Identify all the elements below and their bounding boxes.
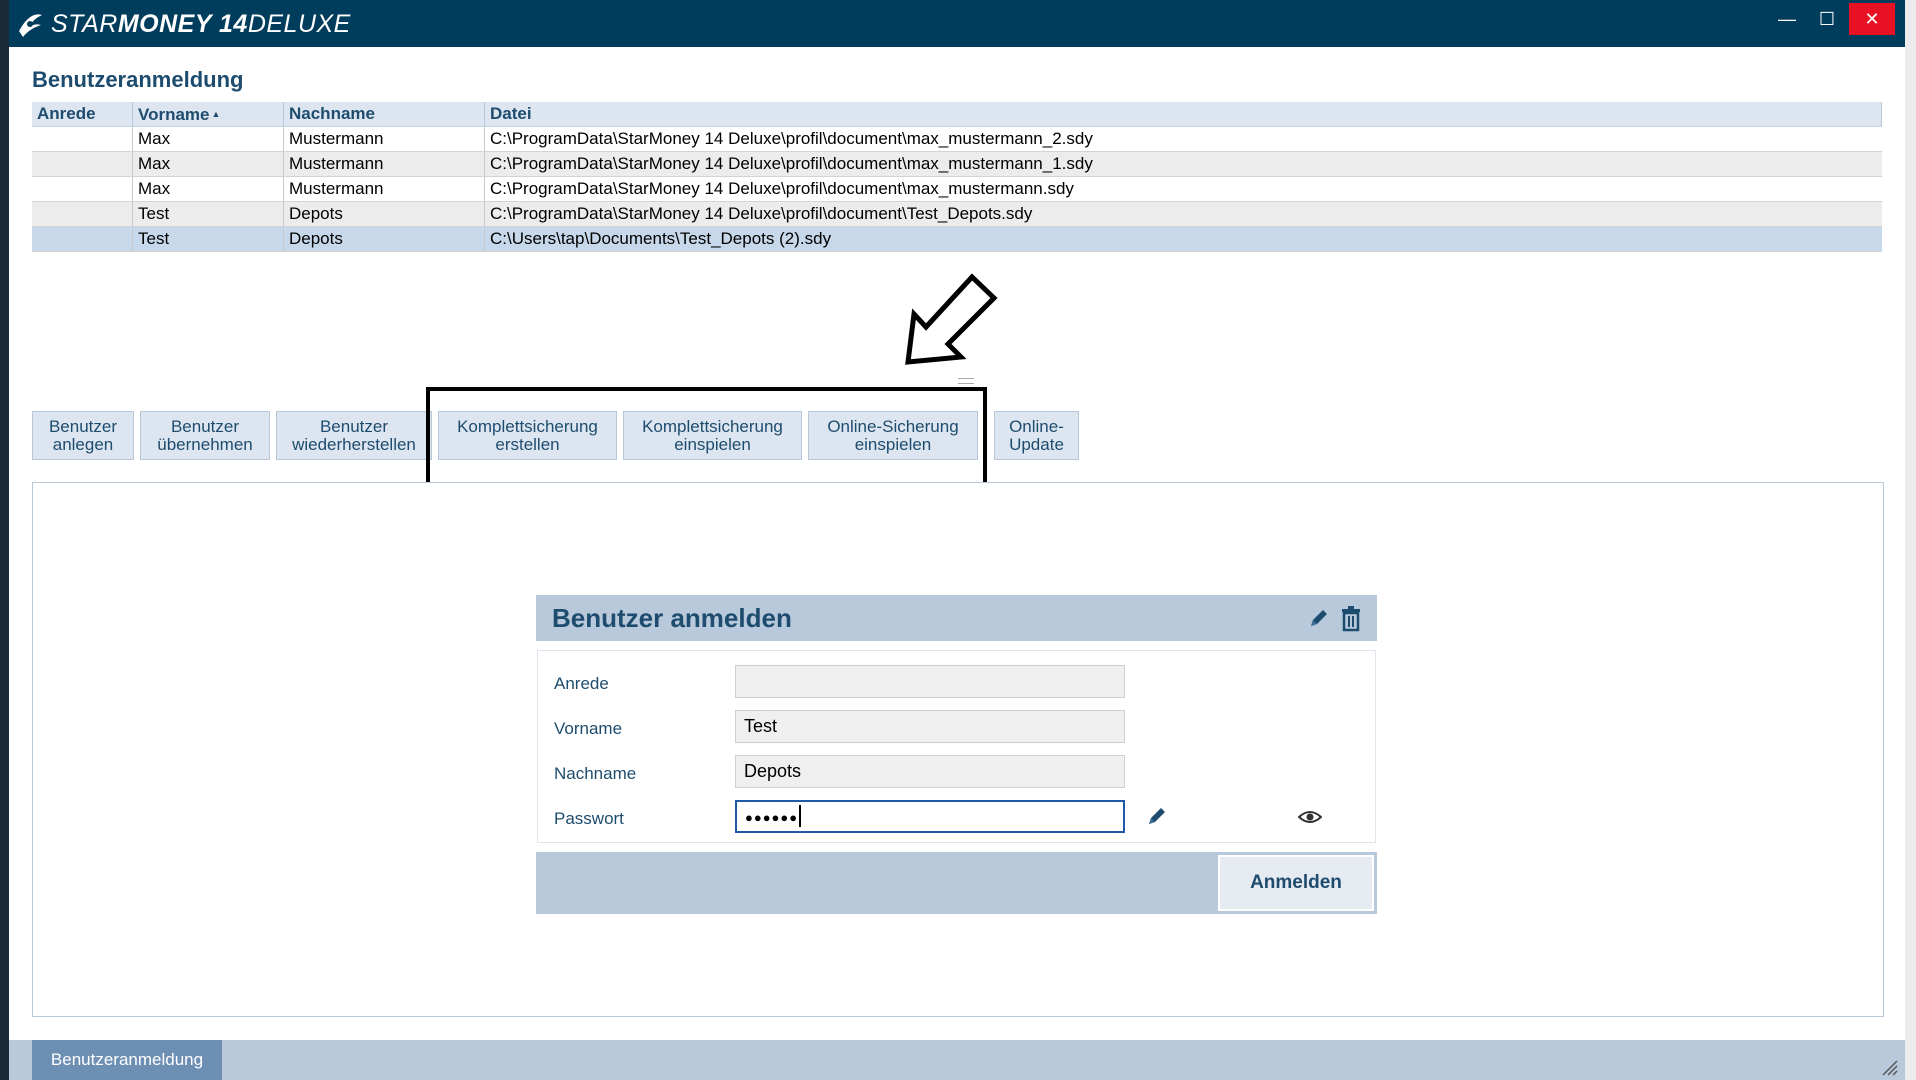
trash-icon[interactable] (1340, 606, 1362, 632)
benutzer-wiederherstellen-button[interactable]: Benutzer wiederherstellen (276, 411, 432, 460)
cell-nachname: Depots (284, 202, 485, 226)
user-table: Anrede Vorname ▲ Nachname Datei Max Muste… (32, 102, 1882, 252)
app-logo: STAR MONEY 14 DELUXE (15, 6, 351, 42)
column-header-anrede[interactable]: Anrede (32, 102, 133, 126)
login-dialog-title: Benutzer anmelden (552, 603, 792, 633)
cell-datei: C:\ProgramData\StarMoney 14 Deluxe\profi… (490, 179, 1074, 198)
title-bar: STAR MONEY 14 DELUXE — ☐ ✕ (9, 0, 1905, 47)
table-row-selected[interactable]: Test Depots C:\Users\tap\Documents\Test_… (32, 227, 1882, 252)
status-tab-benutzeranmeldung[interactable]: Benutzeranmeldung (32, 1040, 222, 1080)
cell-anrede (32, 127, 133, 151)
status-bar: Benutzeranmeldung (9, 1040, 1905, 1080)
button-line1: Online- (1009, 416, 1064, 436)
button-line1: Benutzer (170, 416, 240, 436)
app-title-prefix: STAR (51, 9, 118, 38)
scrollbar[interactable] (1905, 0, 1916, 1080)
nachname-label: Nachname (554, 764, 637, 783)
resize-grip-icon[interactable] (1881, 1060, 1899, 1076)
nachname-field[interactable]: Depots (735, 755, 1125, 788)
close-button[interactable]: ✕ (1849, 3, 1895, 35)
cell-nachname: Mustermann (284, 127, 485, 151)
cell-vorname: Test (133, 227, 284, 251)
table-row[interactable]: Max Mustermann C:\ProgramData\StarMoney … (32, 152, 1882, 177)
vorname-label: Vorname (554, 719, 623, 738)
cell-nachname: Mustermann (284, 152, 485, 176)
cell-vorname: Max (133, 127, 284, 151)
passwort-label: Passwort (554, 809, 624, 828)
eye-icon[interactable] (1298, 810, 1322, 824)
cell-datei: C:\Users\tap\Documents\Test_Depots (2).s… (490, 229, 832, 248)
splitter-grip[interactable] (958, 378, 974, 384)
edit-icon[interactable] (1146, 805, 1168, 827)
online-update-button[interactable]: Online- Update (994, 411, 1079, 460)
cell-vorname: Test (133, 202, 284, 226)
button-line1: Benutzer (48, 416, 118, 436)
cell-nachname: Depots (284, 227, 485, 251)
table-row[interactable]: Max Mustermann C:\ProgramData\StarMoney … (32, 177, 1882, 202)
button-line2: übernehmen (157, 434, 253, 454)
button-line2: wiederherstellen (292, 434, 416, 454)
anrede-field[interactable] (735, 665, 1125, 698)
starmoney-logo-icon (19, 14, 42, 37)
app-window: STAR MONEY 14 DELUXE — ☐ ✕ Benutzeranmeld… (9, 0, 1905, 1080)
button-line1: Benutzer (319, 416, 389, 436)
maximize-button[interactable]: ☐ (1804, 3, 1850, 35)
login-dialog-header: Benutzer anmelden (536, 595, 1377, 641)
anmelden-button[interactable]: Anmelden (1218, 855, 1374, 911)
cell-anrede (32, 227, 133, 251)
button-line2: anlegen (52, 434, 114, 454)
column-header-vorname-label: Vorname (138, 105, 210, 124)
column-header-nachname[interactable]: Nachname (284, 102, 485, 126)
table-header: Anrede Vorname ▲ Nachname Datei (32, 102, 1882, 127)
table-row[interactable]: Max Mustermann C:\ProgramData\StarMoney … (32, 127, 1882, 152)
anrede-label: Anrede (554, 674, 609, 693)
cell-datei: C:\ProgramData\StarMoney 14 Deluxe\profi… (490, 154, 1093, 173)
app-title-suffix: DELUXE (247, 9, 351, 38)
benutzer-anlegen-button[interactable]: Benutzer anlegen (32, 411, 134, 460)
column-header-vorname[interactable]: Vorname ▲ (133, 102, 284, 126)
table-row[interactable]: Test Depots C:\ProgramData\StarMoney 14 … (32, 202, 1882, 227)
button-line2: Update (1009, 434, 1064, 454)
cell-datei: C:\ProgramData\StarMoney 14 Deluxe\profi… (490, 204, 1033, 223)
cell-datei: C:\ProgramData\StarMoney 14 Deluxe\profi… (490, 129, 1093, 148)
column-header-datei[interactable]: Datei (485, 102, 1882, 126)
highlight-frame (426, 387, 987, 491)
app-title-bold: MONEY 14 (117, 9, 248, 38)
benutzer-uebernehmen-button[interactable]: Benutzer übernehmen (140, 411, 270, 460)
vorname-field[interactable]: Test (735, 710, 1125, 743)
arrow-icon (905, 273, 998, 365)
passwort-field[interactable]: ●●●●●● (735, 800, 1322, 833)
cell-anrede (32, 202, 133, 226)
login-form: Anrede Vorname Test Nachname Depots Pass… (537, 650, 1376, 843)
login-dialog-footer: Anmelden (536, 852, 1377, 914)
cell-nachname: Mustermann (284, 177, 485, 201)
cell-anrede (32, 177, 133, 201)
sort-asc-icon: ▲ (211, 109, 221, 119)
cell-vorname: Max (133, 177, 284, 201)
cell-anrede (32, 152, 133, 176)
passwort-value: ●●●●●● (745, 810, 799, 825)
edit-icon[interactable] (1308, 607, 1330, 629)
cell-vorname: Max (133, 152, 284, 176)
page-title: Benutzeranmeldung (32, 67, 244, 92)
